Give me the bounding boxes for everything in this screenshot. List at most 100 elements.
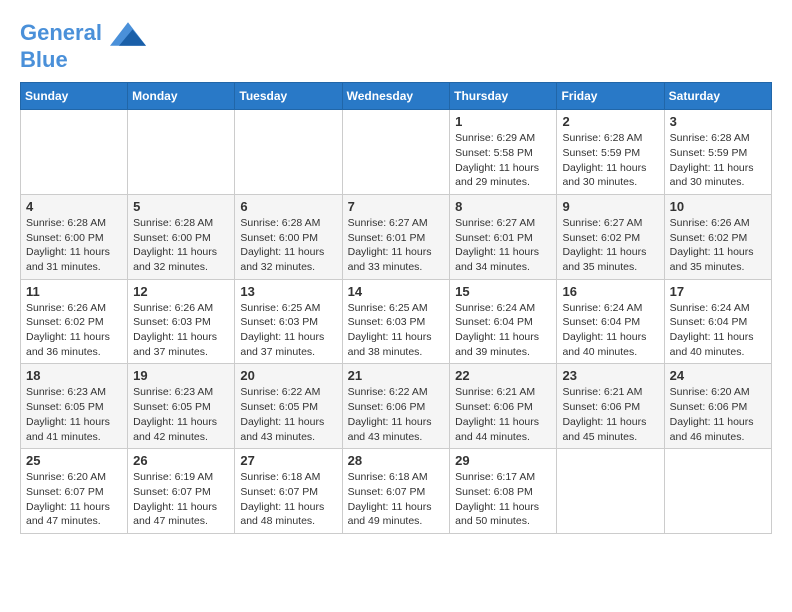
- calendar-cell: 7Sunrise: 6:27 AM Sunset: 6:01 PM Daylig…: [342, 194, 450, 279]
- day-info: Sunrise: 6:22 AM Sunset: 6:05 PM Dayligh…: [240, 385, 336, 444]
- day-number: 21: [348, 368, 445, 383]
- day-info: Sunrise: 6:20 AM Sunset: 6:07 PM Dayligh…: [26, 470, 122, 529]
- day-info: Sunrise: 6:27 AM Sunset: 6:01 PM Dayligh…: [455, 216, 551, 275]
- day-info: Sunrise: 6:24 AM Sunset: 6:04 PM Dayligh…: [562, 301, 658, 360]
- calendar-cell: 6 Sunrise: 6:28 AM Sunset: 6:00 PM Daylig…: [235, 194, 342, 279]
- calendar-week-3: 11 Sunrise: 6:26 AM Sunset: 6:02 PM Dayli…: [21, 279, 772, 364]
- day-number: 5: [133, 199, 229, 214]
- calendar-week-5: 25Sunrise: 6:20 AM Sunset: 6:07 PM Dayli…: [21, 449, 772, 534]
- day-number: 18: [26, 368, 122, 383]
- calendar-week-4: 18 Sunrise: 6:23 AM Sunset: 6:05 PM Dayli…: [21, 364, 772, 449]
- day-number: 29: [455, 453, 551, 468]
- day-number: 17: [670, 284, 766, 299]
- calendar-week-2: 4 Sunrise: 6:28 AM Sunset: 6:00 PM Daylig…: [21, 194, 772, 279]
- calendar-header-row: SundayMondayTuesdayWednesdayThursdayFrid…: [21, 83, 772, 110]
- calendar-cell: [235, 110, 342, 195]
- day-info: Sunrise: 6:18 AM Sunset: 6:07 PM Dayligh…: [240, 470, 336, 529]
- calendar-cell: 24 Sunrise: 6:20 AM Sunset: 6:06 PM Dayli…: [664, 364, 771, 449]
- calendar-cell: 15 Sunrise: 6:24 AM Sunset: 6:04 PM Dayli…: [450, 279, 557, 364]
- calendar-cell: 28 Sunrise: 6:18 AM Sunset: 6:07 PM Dayli…: [342, 449, 450, 534]
- day-info: Sunrise: 6:24 AM Sunset: 6:04 PM Dayligh…: [670, 301, 766, 360]
- day-number: 10: [670, 199, 766, 214]
- day-number: 14: [348, 284, 445, 299]
- calendar-cell: 11 Sunrise: 6:26 AM Sunset: 6:02 PM Dayli…: [21, 279, 128, 364]
- calendar-cell: 16 Sunrise: 6:24 AM Sunset: 6:04 PM Dayli…: [557, 279, 664, 364]
- page-header: General Blue: [20, 20, 772, 72]
- day-info: Sunrise: 6:26 AM Sunset: 6:03 PM Dayligh…: [133, 301, 229, 360]
- day-number: 28: [348, 453, 445, 468]
- day-info: Sunrise: 6:21 AM Sunset: 6:06 PM Dayligh…: [455, 385, 551, 444]
- day-info: Sunrise: 6:28 AM Sunset: 5:59 PM Dayligh…: [562, 131, 658, 190]
- day-number: 15: [455, 284, 551, 299]
- calendar-cell: [128, 110, 235, 195]
- day-number: 19: [133, 368, 229, 383]
- logo-icon: [110, 20, 146, 48]
- day-info: Sunrise: 6:26 AM Sunset: 6:02 PM Dayligh…: [670, 216, 766, 275]
- calendar-table: SundayMondayTuesdayWednesdayThursdayFrid…: [20, 82, 772, 534]
- day-number: 13: [240, 284, 336, 299]
- weekday-header-tuesday: Tuesday: [235, 83, 342, 110]
- day-number: 20: [240, 368, 336, 383]
- day-info: Sunrise: 6:23 AM Sunset: 6:05 PM Dayligh…: [26, 385, 122, 444]
- calendar-cell: [557, 449, 664, 534]
- calendar-cell: 13Sunrise: 6:25 AM Sunset: 6:03 PM Dayli…: [235, 279, 342, 364]
- weekday-header-monday: Monday: [128, 83, 235, 110]
- day-info: Sunrise: 6:21 AM Sunset: 6:06 PM Dayligh…: [562, 385, 658, 444]
- day-number: 16: [562, 284, 658, 299]
- calendar-cell: 10 Sunrise: 6:26 AM Sunset: 6:02 PM Dayli…: [664, 194, 771, 279]
- calendar-cell: 19Sunrise: 6:23 AM Sunset: 6:05 PM Dayli…: [128, 364, 235, 449]
- logo-blue: Blue: [20, 48, 146, 72]
- day-info: Sunrise: 6:20 AM Sunset: 6:06 PM Dayligh…: [670, 385, 766, 444]
- calendar-body: 1 Sunrise: 6:29 AM Sunset: 5:58 PM Daylig…: [21, 110, 772, 534]
- calendar-cell: 26 Sunrise: 6:19 AM Sunset: 6:07 PM Dayli…: [128, 449, 235, 534]
- calendar-cell: 17 Sunrise: 6:24 AM Sunset: 6:04 PM Dayli…: [664, 279, 771, 364]
- calendar-cell: [342, 110, 450, 195]
- weekday-header-wednesday: Wednesday: [342, 83, 450, 110]
- day-number: 3: [670, 114, 766, 129]
- calendar-cell: 25Sunrise: 6:20 AM Sunset: 6:07 PM Dayli…: [21, 449, 128, 534]
- calendar-week-1: 1 Sunrise: 6:29 AM Sunset: 5:58 PM Daylig…: [21, 110, 772, 195]
- calendar-cell: 1 Sunrise: 6:29 AM Sunset: 5:58 PM Daylig…: [450, 110, 557, 195]
- weekday-header-saturday: Saturday: [664, 83, 771, 110]
- day-number: 9: [562, 199, 658, 214]
- day-number: 4: [26, 199, 122, 214]
- day-info: Sunrise: 6:26 AM Sunset: 6:02 PM Dayligh…: [26, 301, 122, 360]
- day-info: Sunrise: 6:28 AM Sunset: 5:59 PM Dayligh…: [670, 131, 766, 190]
- day-info: Sunrise: 6:27 AM Sunset: 6:02 PM Dayligh…: [562, 216, 658, 275]
- day-info: Sunrise: 6:17 AM Sunset: 6:08 PM Dayligh…: [455, 470, 551, 529]
- calendar-cell: 21Sunrise: 6:22 AM Sunset: 6:06 PM Dayli…: [342, 364, 450, 449]
- calendar-cell: 2 Sunrise: 6:28 AM Sunset: 5:59 PM Daylig…: [557, 110, 664, 195]
- weekday-header-thursday: Thursday: [450, 83, 557, 110]
- day-info: Sunrise: 6:28 AM Sunset: 6:00 PM Dayligh…: [133, 216, 229, 275]
- day-number: 23: [562, 368, 658, 383]
- day-number: 24: [670, 368, 766, 383]
- calendar-cell: 12 Sunrise: 6:26 AM Sunset: 6:03 PM Dayli…: [128, 279, 235, 364]
- day-number: 2: [562, 114, 658, 129]
- day-number: 8: [455, 199, 551, 214]
- day-info: Sunrise: 6:24 AM Sunset: 6:04 PM Dayligh…: [455, 301, 551, 360]
- day-number: 27: [240, 453, 336, 468]
- day-info: Sunrise: 6:19 AM Sunset: 6:07 PM Dayligh…: [133, 470, 229, 529]
- calendar-cell: 14 Sunrise: 6:25 AM Sunset: 6:03 PM Dayli…: [342, 279, 450, 364]
- weekday-header-sunday: Sunday: [21, 83, 128, 110]
- calendar-cell: 22 Sunrise: 6:21 AM Sunset: 6:06 PM Dayli…: [450, 364, 557, 449]
- day-info: Sunrise: 6:18 AM Sunset: 6:07 PM Dayligh…: [348, 470, 445, 529]
- day-info: Sunrise: 6:25 AM Sunset: 6:03 PM Dayligh…: [348, 301, 445, 360]
- calendar-cell: [664, 449, 771, 534]
- day-info: Sunrise: 6:27 AM Sunset: 6:01 PM Dayligh…: [348, 216, 445, 275]
- day-number: 26: [133, 453, 229, 468]
- day-number: 1: [455, 114, 551, 129]
- calendar-cell: 20 Sunrise: 6:22 AM Sunset: 6:05 PM Dayli…: [235, 364, 342, 449]
- calendar-cell: 5 Sunrise: 6:28 AM Sunset: 6:00 PM Daylig…: [128, 194, 235, 279]
- calendar-cell: [21, 110, 128, 195]
- calendar-cell: 29 Sunrise: 6:17 AM Sunset: 6:08 PM Dayli…: [450, 449, 557, 534]
- day-number: 11: [26, 284, 122, 299]
- day-info: Sunrise: 6:28 AM Sunset: 6:00 PM Dayligh…: [240, 216, 336, 275]
- day-number: 6: [240, 199, 336, 214]
- weekday-header-friday: Friday: [557, 83, 664, 110]
- calendar-cell: 9 Sunrise: 6:27 AM Sunset: 6:02 PM Daylig…: [557, 194, 664, 279]
- day-number: 12: [133, 284, 229, 299]
- day-info: Sunrise: 6:28 AM Sunset: 6:00 PM Dayligh…: [26, 216, 122, 275]
- day-number: 22: [455, 368, 551, 383]
- day-info: Sunrise: 6:29 AM Sunset: 5:58 PM Dayligh…: [455, 131, 551, 190]
